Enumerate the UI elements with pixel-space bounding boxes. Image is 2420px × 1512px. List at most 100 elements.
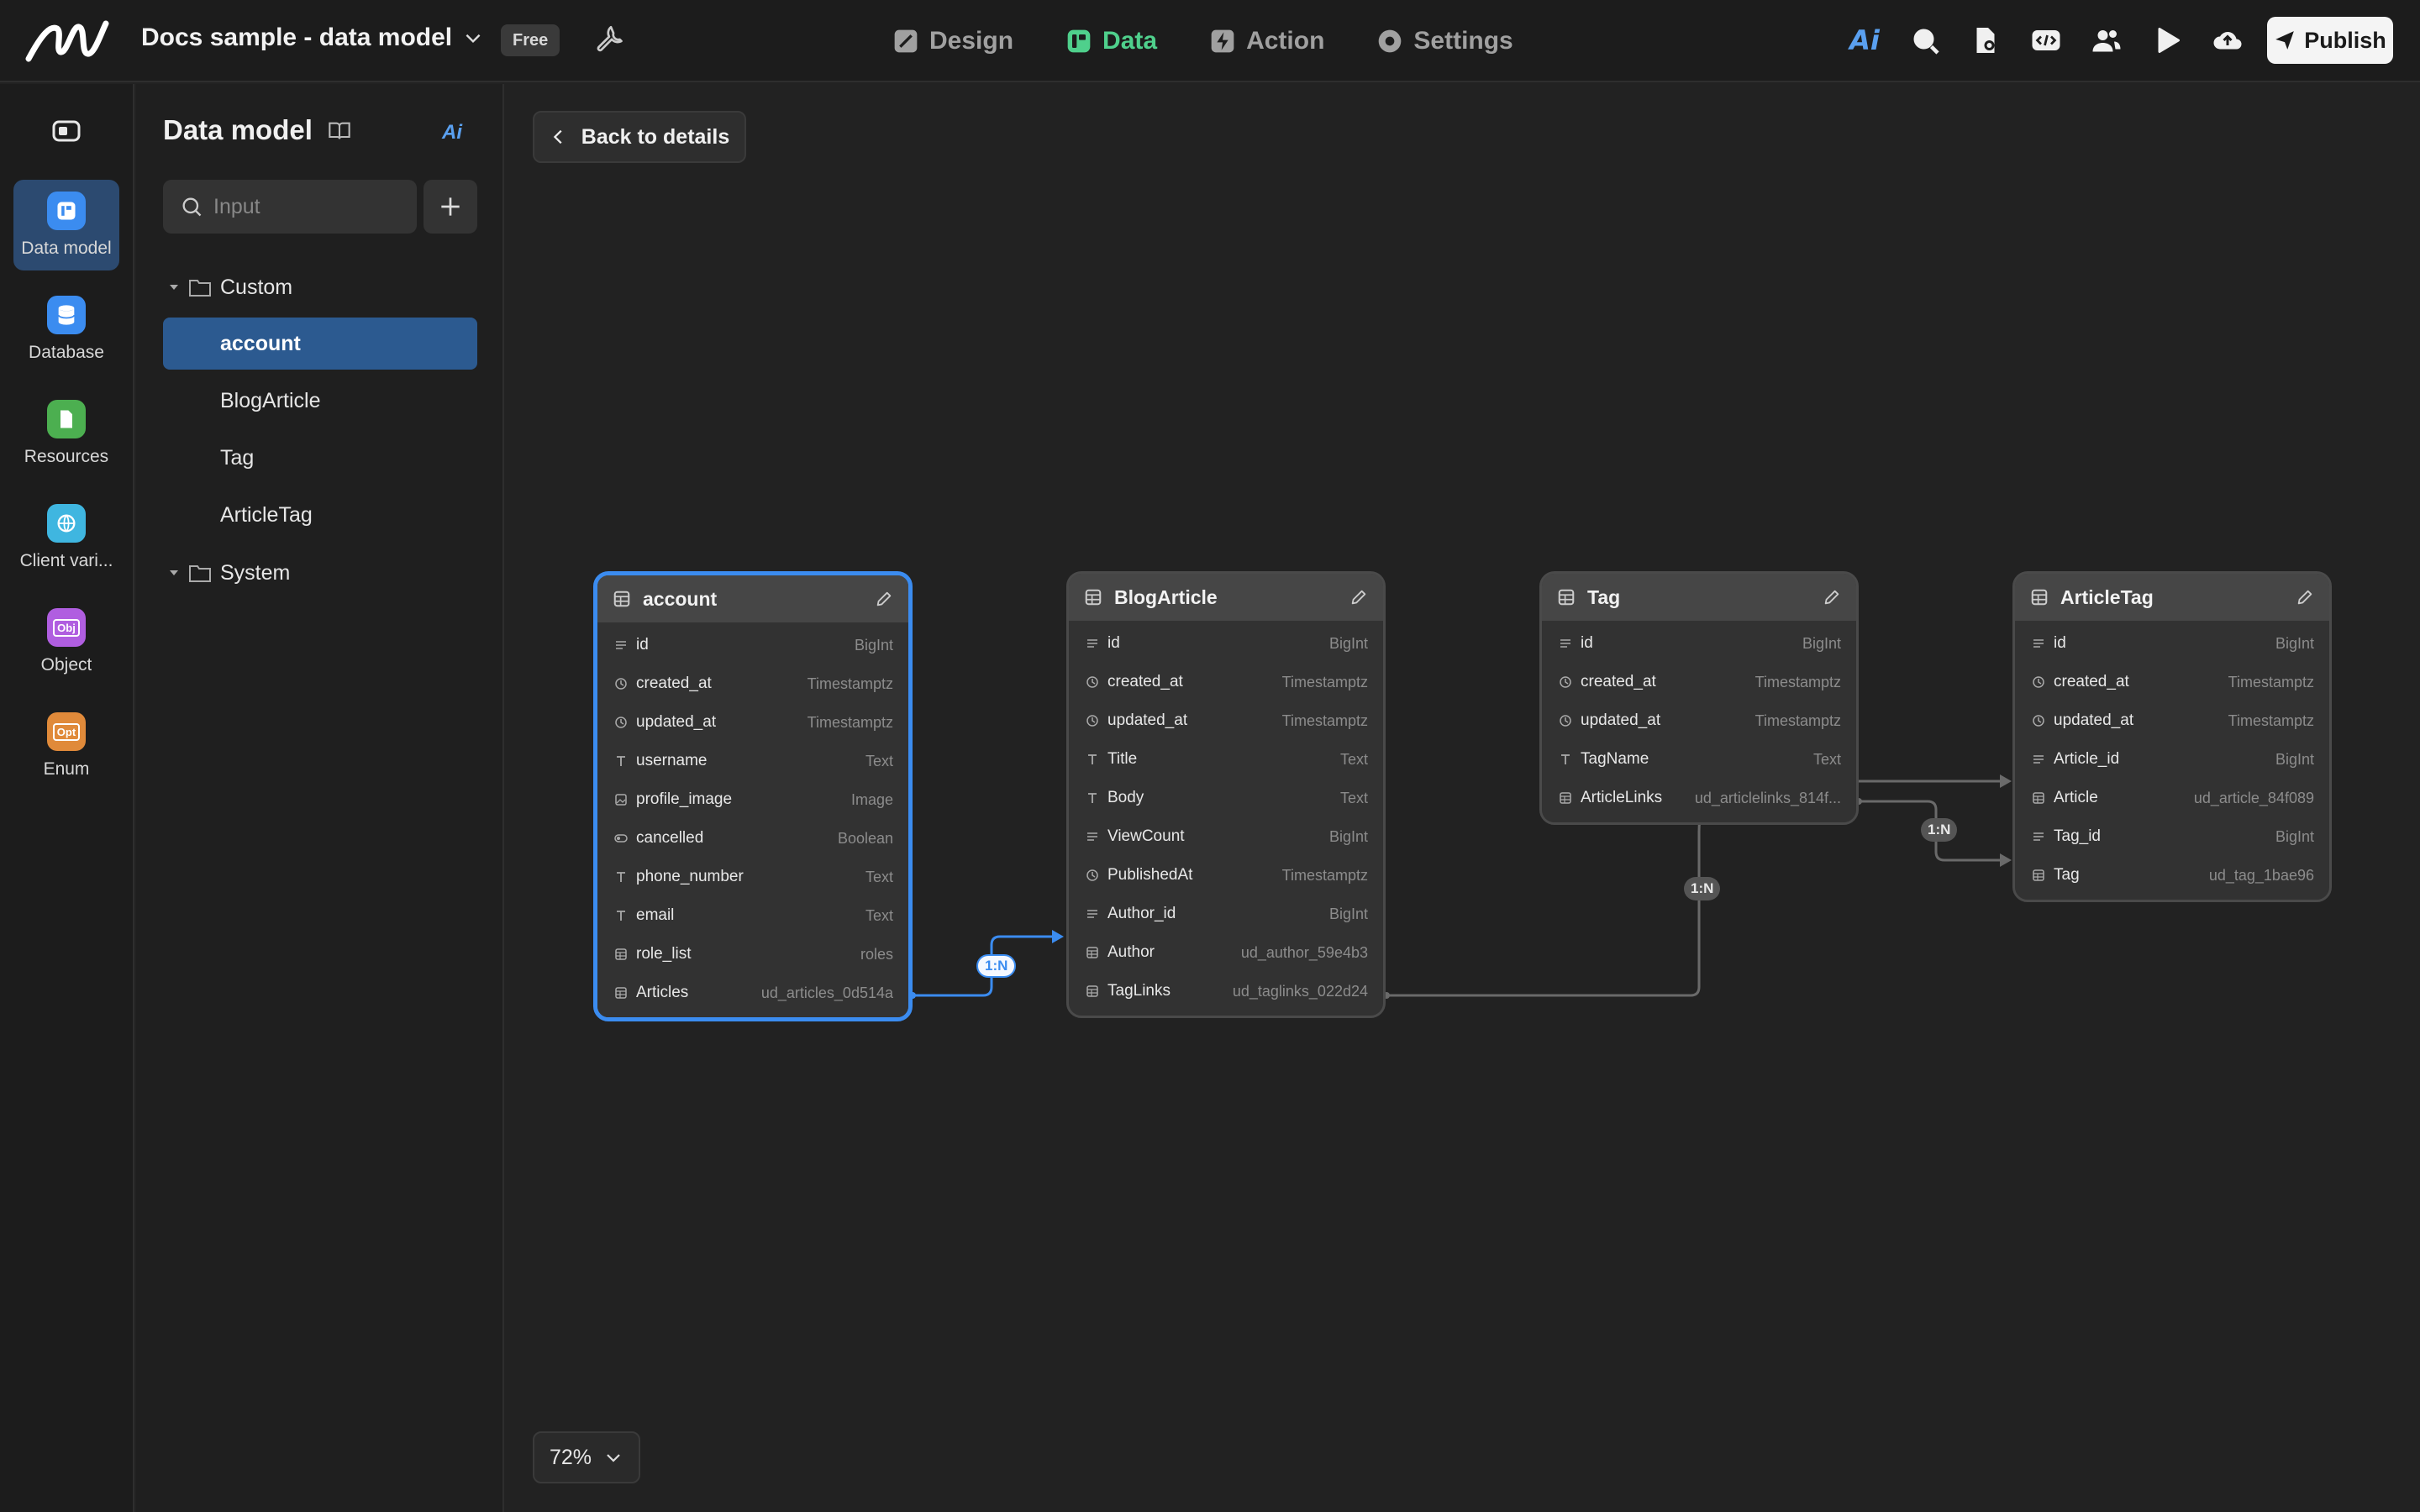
table-card-tag[interactable]: Tag id BigInt created_at Timestamptz updated_… [1539, 571, 1859, 825]
clock-icon [1086, 869, 1098, 881]
search-input[interactable] [213, 194, 398, 219]
id-icon [1560, 639, 1570, 648]
relation-badge[interactable]: 1:N [976, 954, 1017, 978]
field-type: Text [1339, 750, 1368, 768]
field-name: Author [1107, 943, 1155, 961]
left-rail: Data model Database Resources Client var… [0, 84, 134, 1512]
tab-data[interactable]: Data [1065, 20, 1157, 62]
arrow-head [2000, 774, 2012, 788]
table-card-header[interactable]: ArticleTag [2015, 574, 2329, 621]
field-row[interactable]: updated_at Timestamptz [2015, 701, 2329, 740]
field-row[interactable]: created_at Timestamptz [597, 664, 908, 703]
clock-icon [615, 678, 627, 690]
tab-design-label: Design [929, 27, 1014, 55]
field-row[interactable]: id BigInt [597, 626, 908, 664]
relation-badge[interactable]: 1:N [1684, 877, 1721, 900]
tree-item-blogarticle[interactable]: BlogArticle [163, 375, 477, 427]
edit-icon[interactable] [875, 590, 893, 608]
zoom-dropdown[interactable]: 72% [533, 1431, 640, 1483]
table-card-header[interactable]: account [597, 575, 908, 622]
field-row[interactable]: profile_image Image [597, 780, 908, 819]
table-card-articletag[interactable]: ArticleTag id BigInt created_at Timestamptz u… [2012, 571, 2332, 902]
relation-badge[interactable]: 1:N [1921, 818, 1958, 842]
field-row[interactable]: id BigInt [2015, 624, 2329, 663]
file-settings-icon[interactable] [1970, 24, 2002, 57]
table-card-account[interactable]: account id BigInt created_at Timestamptz upda… [593, 571, 913, 1021]
folder-custom[interactable]: Custom [168, 269, 292, 306]
field-row[interactable]: TagName Text [1542, 740, 1856, 779]
rail-item-object[interactable]: Obj Object [13, 596, 119, 687]
tree-item-articletag[interactable]: ArticleTag [163, 489, 477, 541]
rail-item-resources[interactable]: Resources [13, 388, 119, 479]
logo-icon[interactable] [25, 17, 109, 64]
field-type: BigInt [2275, 634, 2314, 652]
edit-icon[interactable] [1349, 588, 1368, 606]
field-row[interactable]: role_list roles [597, 935, 908, 974]
id-icon [1087, 910, 1097, 918]
field-row[interactable]: Article_id BigInt [2015, 740, 2329, 779]
field-row[interactable]: Author_id BigInt [1069, 895, 1383, 933]
edit-icon[interactable] [2296, 588, 2314, 606]
field-row[interactable]: Title Text [1069, 740, 1383, 779]
search-field[interactable] [163, 180, 417, 234]
field-row[interactable]: Article ud_article_84f089 [2015, 779, 2329, 817]
id-icon [1087, 639, 1097, 648]
field-row[interactable]: id BigInt [1069, 624, 1383, 663]
field-row[interactable]: created_at Timestamptz [2015, 663, 2329, 701]
users-icon[interactable] [2091, 24, 2123, 57]
field-row[interactable]: id BigInt [1542, 624, 1856, 663]
rail-item-client-variables[interactable]: Client vari... [13, 492, 119, 583]
code-icon[interactable] [2030, 24, 2062, 57]
field-row[interactable]: cancelled Boolean [597, 819, 908, 858]
field-row[interactable]: created_at Timestamptz [1542, 663, 1856, 701]
field-name: Article [2054, 789, 2098, 806]
field-row[interactable]: TagLinks ud_taglinks_022d24 [1069, 972, 1383, 1011]
back-to-details-button[interactable]: Back to details [533, 111, 746, 163]
ai-icon[interactable]: Ai [1849, 24, 1881, 57]
rail-item-enum[interactable]: Opt Enum [13, 701, 119, 791]
tab-settings[interactable]: Settings [1376, 20, 1513, 62]
field-row[interactable]: Tag ud_tag_1bae96 [2015, 856, 2329, 895]
publish-button[interactable]: Publish [2267, 17, 2393, 64]
field-row[interactable]: email Text [597, 896, 908, 935]
cloud-icon[interactable] [2212, 24, 2244, 57]
folder-icon [189, 280, 211, 297]
table-card-blogarticle[interactable]: BlogArticle id BigInt created_at Timestamptz… [1066, 571, 1386, 1018]
field-row[interactable]: Body Text [1069, 779, 1383, 817]
folder-system[interactable]: System [168, 554, 290, 591]
tab-design[interactable]: Design [892, 20, 1013, 62]
play-icon[interactable] [2151, 24, 2183, 57]
toolbar-right: Ai [1849, 24, 2244, 57]
field-row[interactable]: Author ud_author_59e4b3 [1069, 933, 1383, 972]
field-type: ud_articlelinks_814f... [1694, 789, 1841, 806]
tab-action[interactable]: Action [1209, 20, 1324, 62]
sidebar-toggle-icon[interactable] [52, 119, 81, 143]
field-row[interactable]: updated_at Timestamptz [597, 703, 908, 742]
table-card-header[interactable]: Tag [1542, 574, 1856, 621]
rail-item-data-model[interactable]: Data model [13, 180, 119, 270]
field-row[interactable]: ArticleLinks ud_articlelinks_814f... [1542, 779, 1856, 817]
field-row[interactable]: created_at Timestamptz [1069, 663, 1383, 701]
field-row[interactable]: username Text [597, 742, 908, 780]
rail-item-database[interactable]: Database [13, 284, 119, 375]
field-row[interactable]: updated_at Timestamptz [1069, 701, 1383, 740]
field-row[interactable]: Articles ud_articles_0d514a [597, 974, 908, 1012]
project-title-dropdown[interactable]: Docs sample - data model [141, 24, 484, 52]
text-icon [1088, 793, 1097, 803]
field-row[interactable]: ViewCount BigInt [1069, 817, 1383, 856]
tree-item-account[interactable]: account [163, 318, 477, 370]
field-row[interactable]: Tag_id BigInt [2015, 817, 2329, 856]
add-table-button[interactable] [424, 180, 477, 234]
field-row[interactable]: updated_at Timestamptz [1542, 701, 1856, 740]
table-card-header[interactable]: BlogArticle [1069, 574, 1383, 621]
field-row[interactable]: PublishedAt Timestamptz [1069, 856, 1383, 895]
zoom-level: 72% [549, 1445, 592, 1469]
edit-icon[interactable] [1823, 588, 1841, 606]
book-icon[interactable] [328, 119, 351, 143]
ai-assist-icon[interactable]: Ai [442, 121, 462, 144]
field-row[interactable]: phone_number Text [597, 858, 908, 896]
wrench-icon[interactable] [595, 25, 625, 55]
search-icon[interactable] [1909, 24, 1941, 57]
text-icon [1088, 754, 1097, 764]
tree-item-tag[interactable]: Tag [163, 432, 477, 484]
